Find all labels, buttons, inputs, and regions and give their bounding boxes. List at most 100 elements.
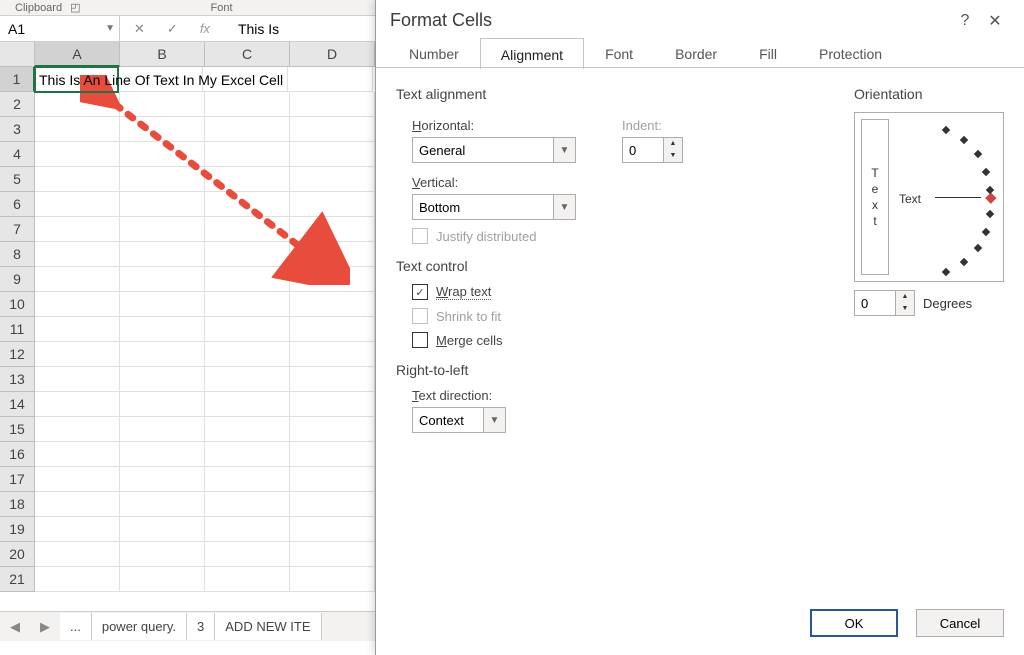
- cell[interactable]: [205, 317, 290, 342]
- cell[interactable]: [120, 292, 205, 317]
- cell[interactable]: [120, 92, 205, 117]
- cell[interactable]: [35, 567, 120, 592]
- cell[interactable]: [35, 342, 120, 367]
- text-direction-combo[interactable]: ▼: [412, 407, 506, 433]
- cell[interactable]: [120, 217, 205, 242]
- orientation-handle-icon[interactable]: [985, 193, 996, 204]
- cell[interactable]: [290, 217, 375, 242]
- cell[interactable]: [35, 392, 120, 417]
- cell[interactable]: [35, 442, 120, 467]
- cell[interactable]: [205, 292, 290, 317]
- cell[interactable]: [290, 442, 375, 467]
- cell[interactable]: [120, 167, 205, 192]
- cell[interactable]: [205, 142, 290, 167]
- cell[interactable]: [288, 67, 373, 92]
- spin-up-icon[interactable]: ▲: [664, 138, 682, 150]
- cell[interactable]: [205, 417, 290, 442]
- horizontal-combo[interactable]: ▼: [412, 137, 576, 163]
- row-header[interactable]: 11: [0, 317, 35, 342]
- degrees-value[interactable]: [855, 296, 895, 311]
- row-header[interactable]: 19: [0, 517, 35, 542]
- cancel-icon[interactable]: ✕: [134, 21, 145, 37]
- row-header[interactable]: 6: [0, 192, 35, 217]
- cell[interactable]: [120, 242, 205, 267]
- tab-protection[interactable]: Protection: [798, 37, 903, 68]
- cell[interactable]: [290, 167, 375, 192]
- sheet-tab[interactable]: ADD NEW ITE: [215, 613, 321, 640]
- cell[interactable]: [120, 342, 205, 367]
- row-header[interactable]: 8: [0, 242, 35, 267]
- row-header[interactable]: 20: [0, 542, 35, 567]
- tab-fill[interactable]: Fill: [738, 37, 798, 68]
- cell[interactable]: [290, 542, 375, 567]
- row-header[interactable]: 4: [0, 142, 35, 167]
- cell[interactable]: [205, 542, 290, 567]
- row-header[interactable]: 9: [0, 267, 35, 292]
- cell[interactable]: [120, 542, 205, 567]
- cell[interactable]: [35, 167, 120, 192]
- indent-stepper[interactable]: ▲▼: [622, 137, 683, 163]
- cell[interactable]: [120, 117, 205, 142]
- row-header[interactable]: 7: [0, 217, 35, 242]
- row-header[interactable]: 18: [0, 492, 35, 517]
- cell[interactable]: [205, 517, 290, 542]
- row-header[interactable]: 16: [0, 442, 35, 467]
- cell[interactable]: [35, 317, 120, 342]
- cancel-button[interactable]: Cancel: [916, 609, 1004, 637]
- sheet-nav-prev-icon[interactable]: ◀: [0, 619, 30, 635]
- cell[interactable]: [205, 467, 290, 492]
- help-icon[interactable]: ?: [950, 12, 980, 30]
- row-header[interactable]: 15: [0, 417, 35, 442]
- horizontal-value[interactable]: [413, 143, 553, 158]
- cell[interactable]: [205, 267, 290, 292]
- cell[interactable]: [205, 567, 290, 592]
- cell[interactable]: [290, 117, 375, 142]
- cell[interactable]: [290, 467, 375, 492]
- cell[interactable]: [120, 442, 205, 467]
- cell-a1[interactable]: This Is An Line Of Text In My Excel Cell: [34, 66, 119, 93]
- row-header[interactable]: 1: [0, 67, 35, 92]
- cell[interactable]: [290, 92, 375, 117]
- tab-font[interactable]: Font: [584, 37, 654, 68]
- cell[interactable]: [290, 517, 375, 542]
- cell[interactable]: [290, 342, 375, 367]
- spin-down-icon[interactable]: ▼: [896, 303, 914, 315]
- cell[interactable]: [290, 392, 375, 417]
- tab-border[interactable]: Border: [654, 37, 738, 68]
- row-header[interactable]: 14: [0, 392, 35, 417]
- cell[interactable]: [120, 192, 205, 217]
- cell[interactable]: [290, 192, 375, 217]
- cell[interactable]: [35, 367, 120, 392]
- col-header-b[interactable]: B: [120, 42, 205, 67]
- cell[interactable]: [205, 92, 290, 117]
- spin-down-icon[interactable]: ▼: [664, 150, 682, 162]
- tab-number[interactable]: Number: [388, 37, 480, 68]
- cell[interactable]: [205, 442, 290, 467]
- cell[interactable]: [290, 142, 375, 167]
- chevron-down-icon[interactable]: ▼: [553, 195, 575, 219]
- spin-up-icon[interactable]: ▲: [896, 291, 914, 303]
- col-header-d[interactable]: D: [290, 42, 375, 67]
- degrees-stepper[interactable]: ▲▼: [854, 290, 915, 316]
- cell[interactable]: [35, 142, 120, 167]
- sheet-tab[interactable]: power query.: [92, 613, 187, 640]
- cell[interactable]: [120, 467, 205, 492]
- confirm-icon[interactable]: ✓: [167, 21, 178, 37]
- cell[interactable]: [35, 117, 120, 142]
- cell[interactable]: [205, 217, 290, 242]
- name-box[interactable]: ▼: [0, 16, 120, 41]
- ok-button[interactable]: OK: [810, 609, 898, 637]
- orientation-widget[interactable]: T e x t Text: [854, 112, 1004, 282]
- fx-icon[interactable]: fx: [200, 21, 210, 36]
- checkbox-checked-icon[interactable]: ✓: [412, 284, 428, 300]
- cell[interactable]: [120, 417, 205, 442]
- dialog-launcher-icon[interactable]: ◰: [70, 1, 80, 14]
- col-header-c[interactable]: C: [205, 42, 290, 67]
- tab-alignment[interactable]: Alignment: [480, 38, 584, 69]
- sheet-nav-next-icon[interactable]: ▶: [30, 619, 60, 635]
- cell[interactable]: [205, 192, 290, 217]
- vertical-combo[interactable]: ▼: [412, 194, 576, 220]
- cell[interactable]: [120, 567, 205, 592]
- text-direction-value[interactable]: [413, 413, 483, 428]
- cell[interactable]: [35, 542, 120, 567]
